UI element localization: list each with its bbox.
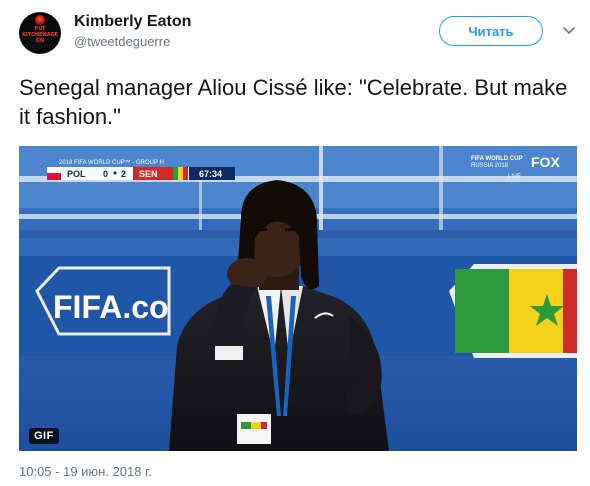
scoreboard-score-away: 2 [121, 169, 126, 179]
follow-button[interactable]: Читать [439, 16, 543, 46]
chevron-down-icon[interactable] [561, 22, 577, 38]
tweet-media[interactable]: FIFA.co 2018 FIFA WORLD CUP™ - GROUP H P… [19, 146, 577, 451]
scoreboard-clock: 67:34 [199, 169, 222, 179]
avatar[interactable]: PUT KITCHENAGE ON [19, 12, 61, 54]
tweet-timestamp[interactable]: 10:05 - 19 июн. 2018 г. [19, 464, 152, 479]
senegal-flag-icon [449, 264, 577, 358]
scoreboard-team-away: SEN [139, 169, 158, 179]
tweet-text: Senegal manager Aliou Cissé like: "Celeb… [19, 75, 568, 129]
gif-badge: GIF [29, 428, 59, 444]
avatar-emblem-icon [35, 15, 45, 25]
scoreboard-competition: 2018 FIFA WORLD CUP™ - GROUP H [59, 159, 164, 166]
author-name[interactable]: Kimberly Eaton [74, 13, 191, 31]
broadcast-live: LIVE [508, 174, 521, 180]
scoreboard-score-home: 0 [103, 169, 108, 179]
broadcast-network: FOX [531, 154, 560, 170]
avatar-text-line: ON [35, 38, 45, 44]
broadcast-event-sub: RUSSIA 2018 [471, 163, 509, 169]
billboard-text: FIFA.co [53, 289, 169, 325]
author-handle[interactable]: @tweetdeguerre [74, 34, 170, 49]
scoreboard-team-home: POL [67, 169, 86, 179]
gif-frame: FIFA.co 2018 FIFA WORLD CUP™ - GROUP H P… [19, 146, 577, 451]
broadcast-event: FIFA WORLD CUP [471, 156, 522, 162]
tweet-card: PUT KITCHENAGE ON Kimberly Eaton @tweetd… [0, 0, 590, 486]
